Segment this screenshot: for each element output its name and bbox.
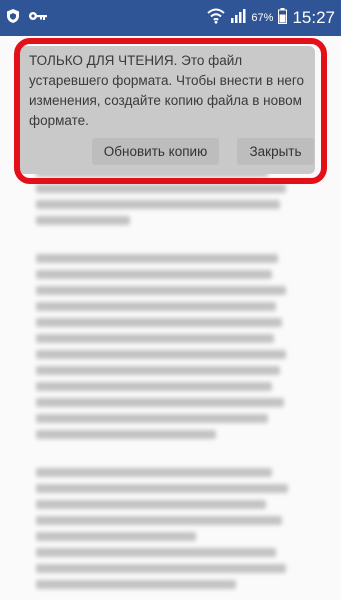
blurred-text-line — [36, 302, 276, 311]
blurred-text-line — [36, 366, 280, 375]
blurred-text-line — [36, 254, 278, 263]
clock: 15:27 — [292, 8, 335, 27]
key-icon — [28, 9, 48, 27]
blurred-text-line — [36, 286, 286, 295]
blurred-text-line — [36, 564, 286, 573]
blurred-text-line — [36, 382, 272, 391]
blurred-text-line — [36, 398, 284, 407]
status-bar: 67% 15:27 — [0, 0, 341, 36]
battery-icon — [278, 7, 288, 29]
shield-icon — [6, 8, 20, 29]
blurred-text-line — [36, 516, 282, 525]
wifi-icon — [207, 8, 226, 29]
blurred-text-line — [36, 334, 274, 343]
blurred-text-line — [36, 468, 272, 477]
blurred-text-line — [36, 200, 280, 209]
blurred-text-line — [36, 500, 266, 509]
blurred-text-line — [36, 318, 282, 327]
refresh-copy-button[interactable]: Обновить копию — [92, 138, 219, 165]
signal-icon — [230, 8, 246, 28]
blurred-text-line — [36, 430, 216, 439]
blurred-text-line — [36, 580, 236, 589]
close-button[interactable]: Закрыть — [237, 138, 314, 165]
blurred-text-line — [36, 184, 286, 193]
blurred-text-line — [36, 350, 286, 359]
blurred-text-line — [36, 484, 288, 493]
battery-percent: 67% — [251, 12, 274, 24]
banner-message: ТОЛЬКО ДЛЯ ЧТЕНИЯ. Это файл устаревшего … — [29, 53, 305, 128]
blurred-text-line — [36, 532, 196, 541]
blurred-text-line — [36, 414, 268, 423]
blurred-text-line — [36, 270, 272, 279]
read-only-banner: ТОЛЬКО ДЛЯ ЧТЕНИЯ. Это файл устаревшего … — [18, 46, 315, 174]
blurred-text-line — [36, 548, 276, 557]
blurred-text-line — [36, 216, 130, 225]
